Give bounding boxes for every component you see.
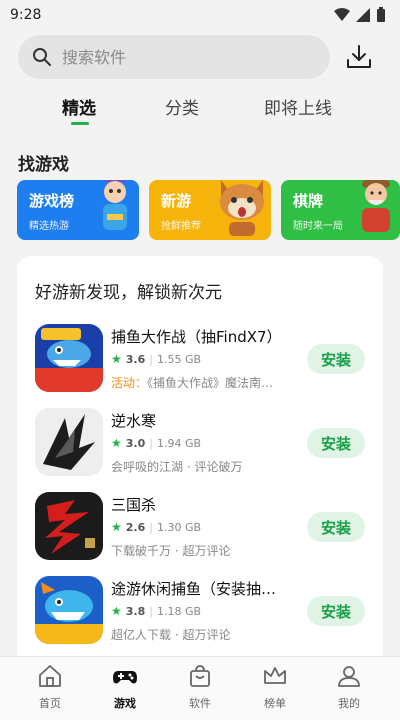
nav-home[interactable]: 首页 <box>22 663 78 711</box>
nav-label: 首页 <box>39 697 61 710</box>
app-rating: 3.8 <box>125 604 146 618</box>
app-rating: 2.6 <box>125 520 146 534</box>
app-description: 超亿人下载 · 超万评论 <box>111 628 231 642</box>
meta-divider: | <box>149 352 153 366</box>
signal-icon <box>356 8 370 22</box>
app-name: 途游休闲捕鱼（安装抽… <box>111 580 277 598</box>
nav-label: 软件 <box>189 697 211 710</box>
shopping-bag-icon <box>190 665 210 687</box>
search-box[interactable] <box>18 35 330 79</box>
meta-divider: | <box>149 520 153 534</box>
install-button[interactable]: 安装 <box>307 344 365 374</box>
app-name: 三国杀 <box>111 496 157 514</box>
search-row <box>0 34 400 80</box>
top-tabs: 精选 分类 即将上线 <box>0 88 400 128</box>
category-card-board-games[interactable]: 棋牌 随时来一局 <box>281 180 400 240</box>
app-name: 捕鱼大作战（抽FindX7） <box>111 328 282 346</box>
activity-label: 活动： <box>111 376 148 390</box>
app-meta: ★ 2.6 | 1.30 GB <box>111 520 201 534</box>
list-item[interactable]: 捕鱼大作战（抽FindX7） ★ 3.6 | 1.55 GB 活动：《捕鱼大作战… <box>17 324 383 408</box>
app-description: 会呼吸的江湖 · 评论破万 <box>111 460 243 474</box>
app-meta: ★ 3.6 | 1.55 GB <box>111 352 201 366</box>
app-rating: 3.6 <box>125 352 146 366</box>
tab-categories[interactable]: 分类 <box>165 94 199 119</box>
app-name: 逆水寒 <box>111 412 157 430</box>
app-size: 1.30 GB <box>156 520 202 534</box>
nav-games[interactable]: 游戏 <box>97 663 153 711</box>
status-time: 9:28 <box>10 7 42 23</box>
bottom-nav: 首页 游戏 软件 榜单 我的 <box>0 656 400 720</box>
nav-label: 游戏 <box>114 697 136 710</box>
search-icon <box>33 48 51 66</box>
meta-divider: | <box>149 604 153 618</box>
app-description: 下载破千万 · 超万评论 <box>111 544 231 558</box>
card-title: 好游新发现，解锁新次元 <box>35 283 222 303</box>
app-size: 1.18 GB <box>156 604 202 618</box>
app-meta: ★ 3.0 | 1.94 GB <box>111 436 201 450</box>
app-icon-sanguosha <box>35 492 103 560</box>
app-size: 1.94 GB <box>156 436 202 450</box>
status-icons <box>334 7 386 23</box>
install-button[interactable]: 安装 <box>307 512 365 542</box>
star-icon: ★ <box>111 604 122 618</box>
star-icon: ★ <box>111 520 122 534</box>
meta-divider: | <box>149 436 153 450</box>
app-rating: 3.0 <box>125 436 146 450</box>
install-button[interactable]: 安装 <box>307 428 365 458</box>
nav-software[interactable]: 软件 <box>172 663 228 711</box>
list-item[interactable]: 途游休闲捕鱼（安装抽… ★ 3.8 | 1.18 GB 超亿人下载 · 超万评论… <box>17 576 383 660</box>
category-row: 游戏榜 精选热游 新游 抢鲜推荐 棋牌 随时来一局 <box>0 180 400 242</box>
star-icon: ★ <box>111 436 122 450</box>
battery-icon <box>377 7 385 22</box>
gamepad-icon <box>113 671 137 684</box>
user-icon <box>338 666 360 687</box>
download-icon[interactable] <box>344 42 374 72</box>
category-card-new-games[interactable]: 新游 抢鲜推荐 <box>149 180 271 240</box>
status-bar: 9:28 <box>0 0 400 30</box>
section-title: 找游戏 <box>18 155 69 175</box>
app-meta: ★ 3.8 | 1.18 GB <box>111 604 201 618</box>
tab-featured[interactable]: 精选 <box>62 94 96 119</box>
nav-profile[interactable]: 我的 <box>321 663 377 711</box>
recommendation-card: 好游新发现，解锁新次元 捕鱼大作战（抽FindX7） ★ 3.6 | 1.55 … <box>17 256 383 676</box>
app-icon-tuyou-fishing <box>35 576 103 644</box>
nav-label: 榜单 <box>264 697 286 710</box>
app-size: 1.55 GB <box>156 352 202 366</box>
tab-underline <box>71 122 89 125</box>
list-item[interactable]: 逆水寒 ★ 3.0 | 1.94 GB 会呼吸的江湖 · 评论破万 安装 <box>17 408 383 492</box>
raccoon-illustration-icon <box>220 180 264 236</box>
nav-label: 我的 <box>338 697 360 710</box>
star-icon: ★ <box>111 352 122 366</box>
tab-upcoming[interactable]: 即将上线 <box>264 94 332 119</box>
home-icon <box>39 665 61 687</box>
wifi-icon <box>334 8 350 21</box>
elder-illustration-icon <box>362 180 390 232</box>
search-input[interactable] <box>62 47 302 67</box>
install-button[interactable]: 安装 <box>307 596 365 626</box>
nav-rankings[interactable]: 榜单 <box>247 663 303 711</box>
app-icon-nishuihan <box>35 408 103 476</box>
app-description: 活动：《捕鱼大作战》魔法南… <box>111 374 311 391</box>
category-card-game-chart[interactable]: 游戏榜 精选热游 <box>17 180 139 240</box>
crown-icon <box>264 667 286 684</box>
character-illustration-icon <box>103 180 127 230</box>
list-item[interactable]: 三国杀 ★ 2.6 | 1.30 GB 下载破千万 · 超万评论 安装 <box>17 492 383 576</box>
app-icon-fishing-battle <box>35 324 103 392</box>
activity-text: 《捕鱼大作战》魔法南… <box>147 376 274 390</box>
